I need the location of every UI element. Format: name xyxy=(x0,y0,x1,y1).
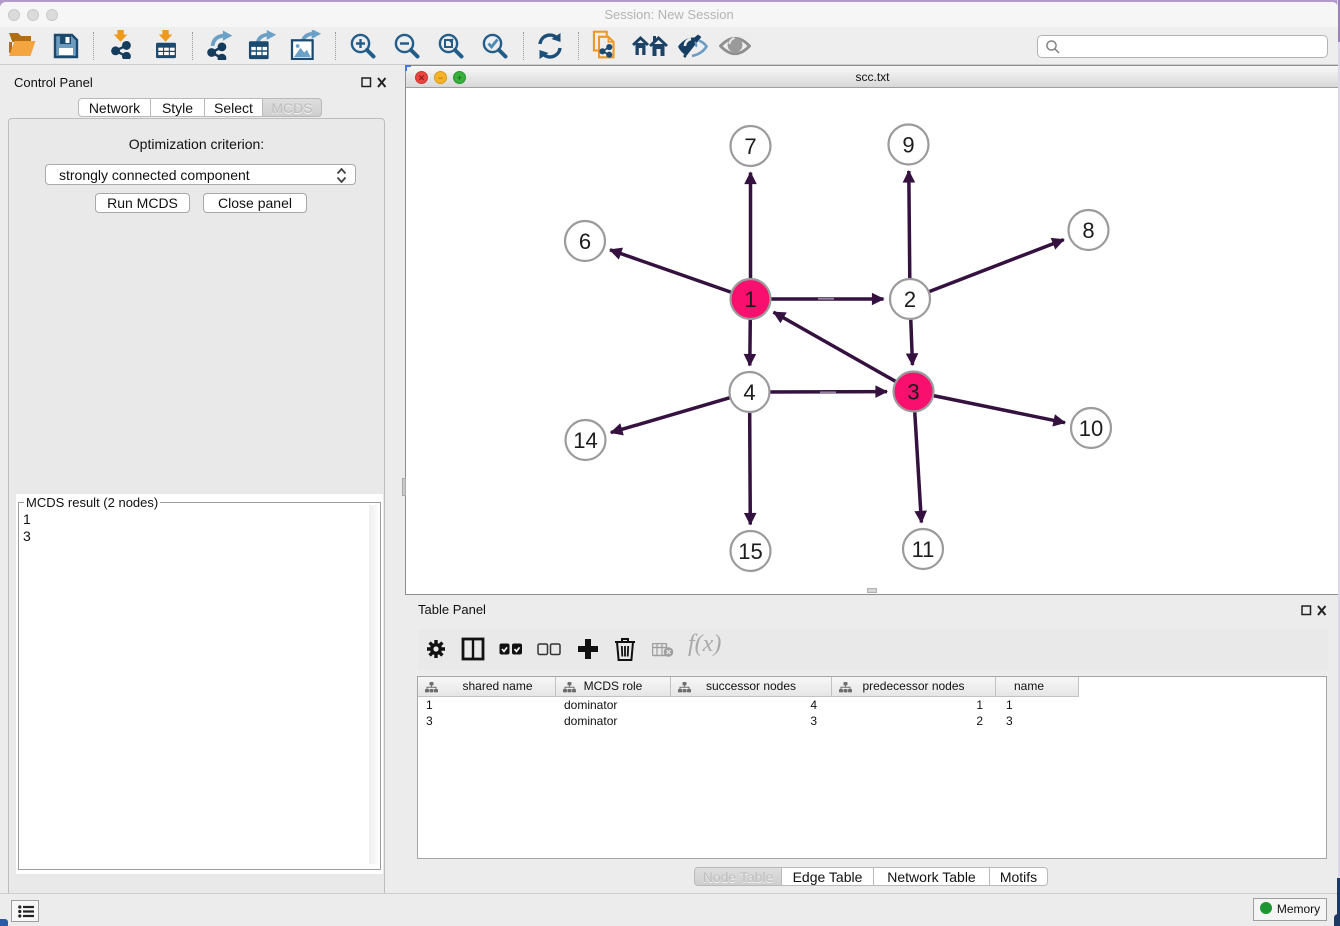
svg-text:4: 4 xyxy=(743,380,755,405)
svg-text:14: 14 xyxy=(573,428,597,453)
svg-text:3: 3 xyxy=(907,380,919,405)
svg-text:2: 2 xyxy=(904,287,916,312)
svg-text:15: 15 xyxy=(738,539,762,564)
svg-text:9: 9 xyxy=(902,133,914,158)
svg-text:8: 8 xyxy=(1082,218,1094,243)
svg-text:7: 7 xyxy=(744,134,756,159)
svg-text:11: 11 xyxy=(912,537,935,562)
svg-text:10: 10 xyxy=(1079,416,1103,441)
svg-text:1: 1 xyxy=(744,287,756,312)
svg-text:6: 6 xyxy=(579,229,591,254)
